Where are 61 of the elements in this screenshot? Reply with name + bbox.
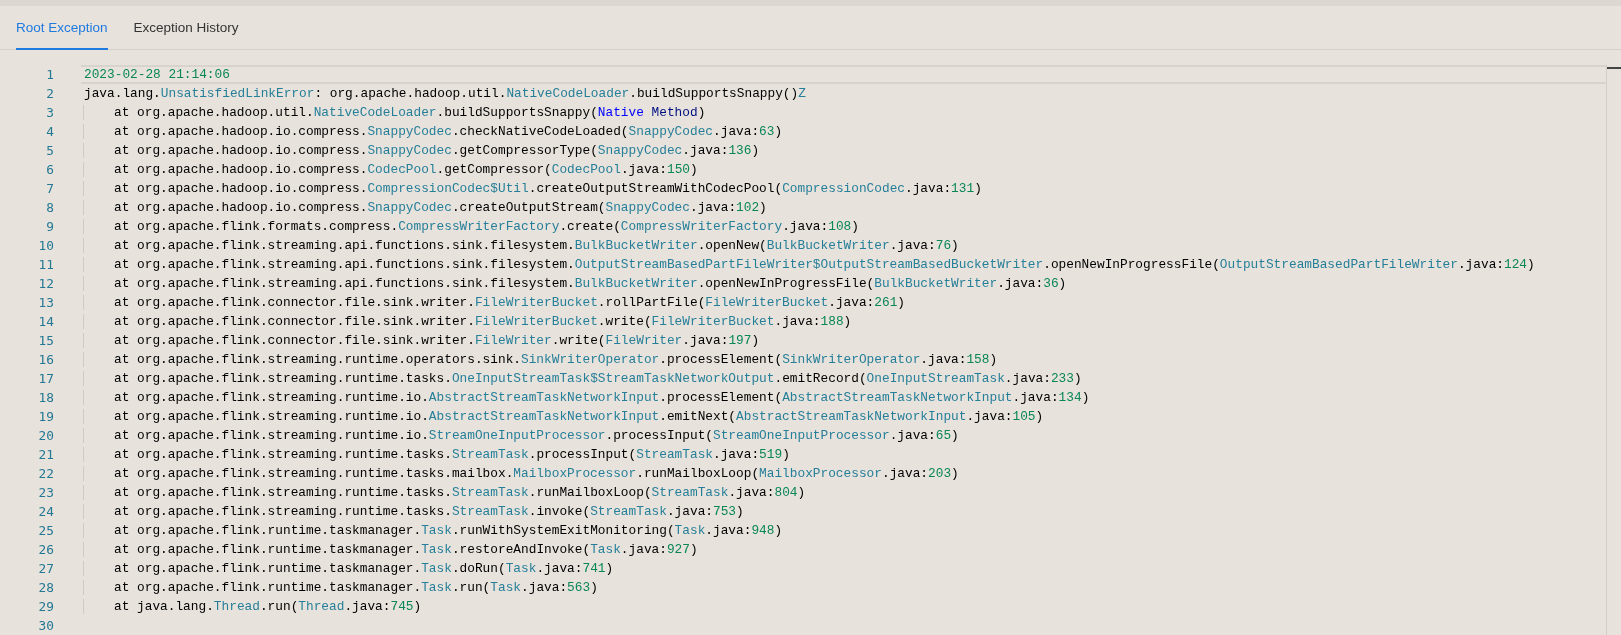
line-number: 18 (37, 389, 54, 407)
line-number: 30 (37, 617, 54, 635)
line-number: 20 (37, 427, 54, 445)
line-number: 28 (37, 579, 54, 597)
code-line: at org.apache.flink.connector.file.sink.writer.FileWriterBucket.rollPartFile(FileWriterBucket.java:261) (114, 295, 905, 310)
code-line: at org.apache.flink.connector.file.sink.writer.FileWriter.write(FileWriter.java:197) (114, 333, 760, 348)
line-number: 29 (37, 598, 54, 616)
line-number: 23 (37, 484, 54, 502)
code-line: at org.apache.flink.streaming.runtime.tasks.mailbox.MailboxProcessor.runMailboxLoop(MailboxProcessor.java:203) (114, 466, 959, 481)
code-line: at org.apache.flink.streaming.api.functions.sink.filesystem.OutputStreamBasedPartFileWriter$OutputStreamBasedBucketWriter.openNewInProgressFile(OutputStreamBasedPartFileWriter.java:124) (114, 257, 1535, 272)
code-line: at org.apache.flink.streaming.runtime.tasks.OneInputStreamTask$StreamTaskNetworkOutput.emitRecord(OneInputStreamTask.java:233) (114, 371, 1082, 386)
code-line: at org.apache.flink.runtime.taskmanager.Task.doRun(Task.java:741) (114, 561, 614, 576)
line-number: 26 (37, 541, 54, 559)
line-number: 16 (37, 351, 54, 369)
code-line: at org.apache.hadoop.io.compress.SnappyCodec.getCompressorType(SnappyCodec.java:136) (114, 143, 760, 158)
line-number: 9 (45, 218, 54, 236)
line-number: 25 (37, 522, 54, 540)
scrollbar[interactable] (1606, 65, 1621, 635)
line-number: 17 (37, 370, 54, 388)
code-line: at org.apache.hadoop.io.compress.CompressionCodec$Util.createOutputStreamWithCodecPool(CompressionCodec.java:131) (114, 181, 982, 196)
line-number: 4 (45, 123, 54, 141)
line-number: 11 (37, 256, 54, 274)
line-number: 1 (45, 66, 54, 84)
code-line: at org.apache.flink.streaming.runtime.operators.sink.SinkWriterOperator.processElement(SinkWriterOperator.java:158) (114, 352, 998, 367)
code-line: at org.apache.flink.streaming.runtime.io.StreamOneInputProcessor.processInput(StreamOneInputProcessor.java:65) (114, 428, 959, 443)
code-line: at org.apache.flink.runtime.taskmanager.Task.run(Task.java:563) (114, 580, 598, 595)
code-line: at org.apache.hadoop.io.compress.CodecPool.getCompressor(CodecPool.java:150) (114, 162, 698, 177)
line-number: 13 (37, 294, 54, 312)
code-line: at org.apache.flink.connector.file.sink.writer.FileWriterBucket.write(FileWriterBucket.java:188) (114, 314, 852, 329)
code-line: at org.apache.flink.runtime.taskmanager.Task.runWithSystemExitMonitoring(Task.java:948) (114, 523, 783, 538)
line-number: 15 (37, 332, 54, 350)
code-line: at org.apache.hadoop.io.compress.SnappyCodec.createOutputStream(SnappyCodec.java:102) (114, 200, 767, 215)
code-line: at org.apache.flink.streaming.runtime.tasks.StreamTask.invoke(StreamTask.java:753) (114, 504, 744, 519)
line-number: 2 (45, 85, 54, 103)
code-line: at java.lang.Thread.run(Thread.java:745) (114, 599, 422, 614)
line-number: 7 (45, 180, 54, 198)
code-line: 2023-02-28 21:14:06 (84, 67, 230, 82)
line-number: 3 (45, 104, 54, 122)
code-line: at org.apache.flink.streaming.runtime.tasks.StreamTask.processInput(StreamTask.java:519) (114, 447, 790, 462)
line-number: 24 (37, 503, 54, 521)
code-line: at org.apache.hadoop.util.NativeCodeLoader.buildSupportsSnappy(Native Method) (114, 105, 706, 120)
code-line: at org.apache.flink.formats.compress.CompressWriterFactory.create(CompressWriterFactory.java:108) (114, 219, 859, 234)
line-number: 6 (45, 161, 54, 179)
code-line: at org.apache.flink.streaming.api.functions.sink.filesystem.BulkBucketWriter.openNewInProgressFile(BulkBucketWriter.java:36) (114, 276, 1067, 291)
line-number: 14 (37, 313, 54, 331)
line-number: 5 (45, 142, 54, 160)
line-number: 8 (45, 199, 54, 217)
tab[interactable]: Exception History (133, 6, 239, 50)
line-number: 22 (37, 465, 54, 483)
code-line: at org.apache.flink.runtime.taskmanager.Task.restoreAndInvoke(Task.java:927) (114, 542, 698, 557)
code-line: java.lang.UnsatisfiedLinkError: org.apache.hadoop.util.NativeCodeLoader.buildSupportsSnappy()Z (84, 86, 806, 101)
code-line: at org.apache.flink.streaming.runtime.io.AbstractStreamTaskNetworkInput.emitNext(AbstractStreamTaskNetworkInput.java:105) (114, 409, 1044, 424)
code-line: at org.apache.flink.streaming.api.functions.sink.filesystem.BulkBucketWriter.openNew(BulkBucketWriter.java:76) (114, 238, 959, 253)
line-number: 10 (37, 237, 54, 255)
line-number: 21 (37, 446, 54, 464)
code-line: at org.apache.flink.streaming.runtime.tasks.StreamTask.runMailboxLoop(StreamTask.java:804) (114, 485, 806, 500)
code-line: at org.apache.hadoop.io.compress.SnappyCodec.checkNativeCodeLoaded(SnappyCodec.java:63) (114, 124, 783, 139)
line-number: 27 (37, 560, 54, 578)
line-number: 12 (37, 275, 54, 293)
line-number: 19 (37, 408, 54, 426)
code-line: at org.apache.flink.streaming.runtime.io.AbstractStreamTaskNetworkInput.processElement(AbstractStreamTaskNetworkInput.java:134) (114, 390, 1090, 405)
